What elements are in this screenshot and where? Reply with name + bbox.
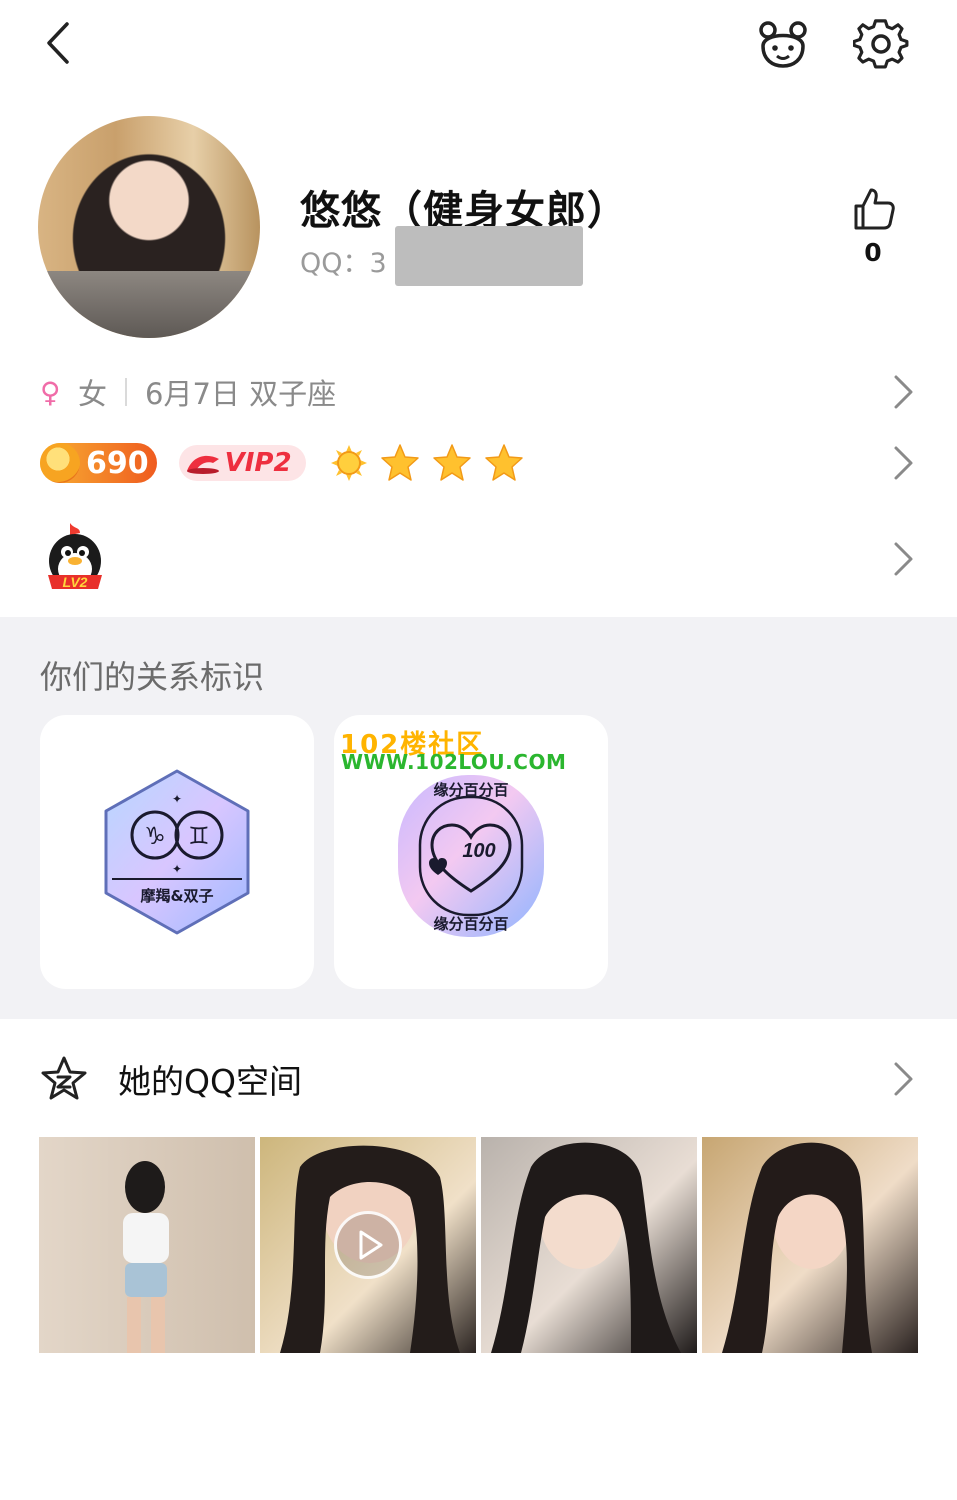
- top-bar: [0, 0, 957, 90]
- star-level-icon: [380, 444, 419, 481]
- qq-level-icons: [330, 443, 524, 483]
- relationship-section-title: 你们的关系标识: [40, 658, 265, 696]
- zodiac-match-label: 摩羯&双子: [140, 887, 213, 905]
- photo-content-icon: [123, 1161, 169, 1353]
- soulmate-top-text: 缘分百分百: [433, 781, 508, 799]
- play-button[interactable]: [334, 1211, 402, 1279]
- qq-level-row[interactable]: LV2: [40, 515, 920, 603]
- chevron-right-icon: [894, 446, 913, 480]
- chevron-right-icon: [894, 542, 913, 576]
- vip-badge: VIP2: [178, 445, 306, 481]
- birthday-text: 6月7日 双子座: [145, 377, 337, 411]
- like-count: 0: [864, 238, 882, 267]
- basic-info-row[interactable]: ♀ 女 6月7日 双子座: [40, 366, 920, 418]
- profile-avatar[interactable]: [38, 116, 260, 338]
- sun-level-icon: [330, 445, 367, 481]
- qq-space-star-icon: [41, 1056, 87, 1100]
- back-button[interactable]: [36, 18, 80, 68]
- chevron-left-icon: [47, 22, 69, 64]
- coin-count: 690: [86, 445, 149, 481]
- svg-text:✦: ✦: [172, 792, 182, 806]
- play-icon: [359, 1230, 383, 1260]
- thumbs-up-icon: [854, 188, 895, 230]
- pet-bear-icon: [759, 21, 807, 68]
- gear-icon: [852, 19, 909, 69]
- space-photo[interactable]: [481, 1137, 697, 1353]
- photo-content-icon: [491, 1142, 681, 1353]
- coin-icon: [40, 443, 80, 483]
- zodiac-badge-icon: ♑ ♊ ✦ ✦ 摩羯&双子: [104, 769, 250, 935]
- soulmate-score: 100: [462, 840, 495, 862]
- space-photo[interactable]: [39, 1137, 255, 1353]
- pet-button[interactable]: [755, 16, 811, 72]
- watermark-url: WWW.102LOU.COM: [341, 750, 567, 774]
- gender-text: 女: [78, 377, 108, 411]
- star-level-icon: [484, 444, 523, 481]
- qq-space-row[interactable]: 她的QQ空间: [40, 1046, 920, 1112]
- qq-space-photo-strip: [39, 1137, 919, 1353]
- penguin-level-text: LV2: [63, 574, 88, 590]
- chevron-right-icon: [894, 1062, 913, 1096]
- soulmate-bottom-text: 缘分百分百: [433, 915, 508, 933]
- star-level-icon: [432, 444, 471, 481]
- qq-number-redaction: [395, 226, 583, 286]
- vip-hat-icon: [186, 455, 219, 474]
- zodiac-match-card[interactable]: ♑ ♊ ✦ ✦ 摩羯&双子: [40, 715, 314, 989]
- svg-text:♑: ♑: [144, 822, 166, 850]
- female-icon: ♀: [40, 375, 61, 409]
- svg-text:♊: ♊: [188, 822, 210, 850]
- penguin-level-icon: LV2: [48, 523, 102, 590]
- settings-button[interactable]: [852, 16, 909, 72]
- divider: [125, 378, 128, 406]
- avatar-photo-detail: [38, 271, 260, 338]
- qq-space-title: 她的QQ空间: [118, 1062, 302, 1101]
- vip-text: VIP2: [224, 448, 292, 478]
- space-photo[interactable]: [702, 1137, 918, 1353]
- badges-row[interactable]: 690 VIP2: [40, 436, 920, 490]
- coin-badge: 690: [40, 443, 157, 483]
- like-button[interactable]: [848, 184, 898, 234]
- chevron-right-icon: [894, 375, 913, 409]
- svg-text:✦: ✦: [172, 862, 182, 876]
- qq-number: QQ：3: [300, 248, 387, 279]
- photo-content-icon: [722, 1142, 872, 1353]
- space-video[interactable]: [260, 1137, 476, 1353]
